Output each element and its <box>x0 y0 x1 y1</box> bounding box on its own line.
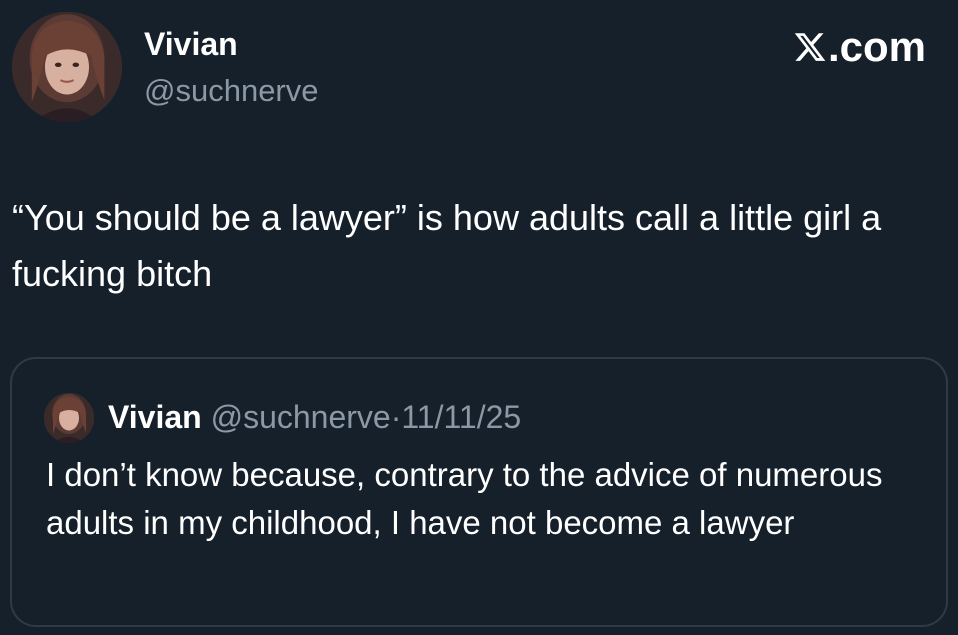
quoted-author-handle: @suchnerve <box>210 399 391 435</box>
quoted-tweet-date: 11/11/25 <box>401 399 522 435</box>
tweet-text: “You should be a lawyer” is how adults c… <box>12 197 882 294</box>
quoted-tweet-header: Vivian @suchnerve·11/11/25 <box>108 397 521 437</box>
x-com-badge: .com <box>793 22 926 72</box>
author-avatar[interactable] <box>12 12 122 122</box>
profile-photo-icon <box>12 12 122 122</box>
tweet-card: Vivian @suchnerve .com “You should be a … <box>0 0 958 635</box>
site-domain-suffix: .com <box>827 23 926 70</box>
profile-photo-icon <box>44 393 94 443</box>
x-logo-icon <box>793 29 827 65</box>
quoted-author-avatar <box>44 393 94 443</box>
author-display-name[interactable]: Vivian <box>144 24 238 64</box>
quoted-author-display-name: Vivian <box>108 399 202 435</box>
meta-separator: · <box>390 399 402 435</box>
author-handle[interactable]: @suchnerve <box>144 71 319 111</box>
quoted-tweet-text: I don’t know because, contrary to the ad… <box>46 456 883 541</box>
quoted-tweet[interactable]: Vivian @suchnerve·11/11/25 I don’t know … <box>10 357 948 627</box>
